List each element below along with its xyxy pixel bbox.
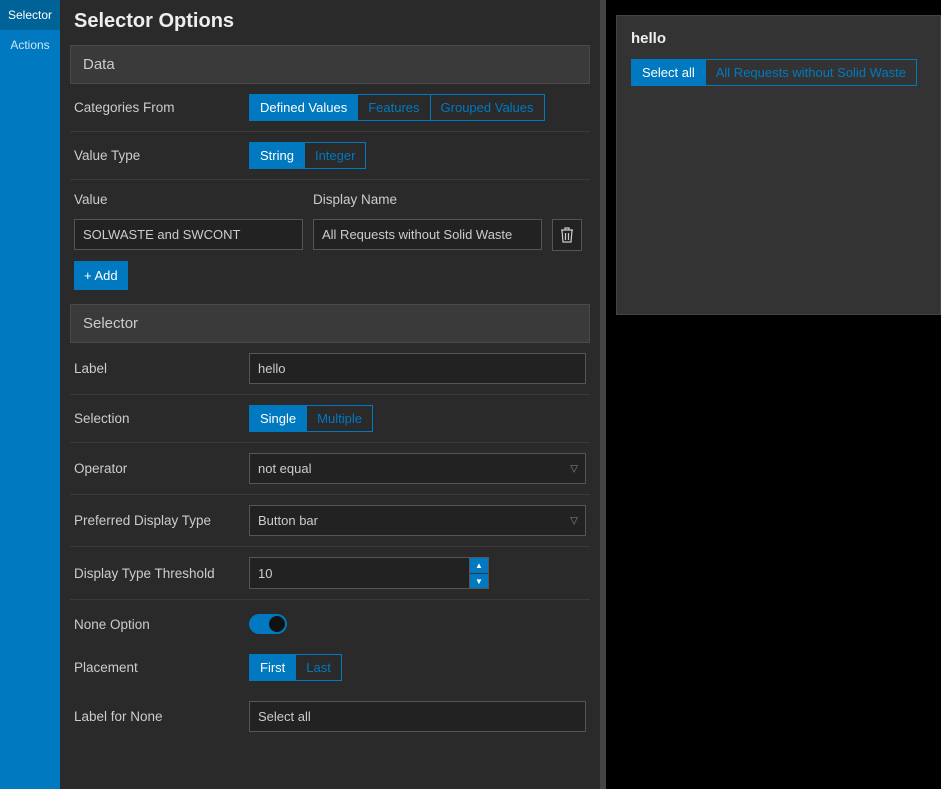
- label-preferred-display-type: Preferred Display Type: [74, 513, 249, 528]
- value-input[interactable]: [74, 219, 303, 250]
- row-label: Label: [70, 343, 590, 395]
- placement-last[interactable]: Last: [295, 654, 342, 681]
- placement-group: First Last: [249, 654, 342, 681]
- row-none-option: None Option: [70, 600, 590, 644]
- categories-grouped-values[interactable]: Grouped Values: [430, 94, 545, 121]
- row-value-type: Value Type String Integer: [70, 132, 590, 180]
- row-placement: Placement First Last: [70, 644, 590, 691]
- section-data-header[interactable]: Data: [70, 45, 590, 84]
- preview-title: hello: [631, 30, 926, 47]
- value-type-group: String Integer: [249, 142, 366, 169]
- row-categories-from: Categories From Defined Values Features …: [70, 84, 590, 132]
- value-row: [70, 213, 590, 251]
- label-value-type: Value Type: [74, 148, 249, 163]
- config-panel: Selector Options Data Categories From De…: [60, 0, 600, 789]
- preview-option-1[interactable]: All Requests without Solid Waste: [705, 59, 917, 86]
- tab-actions[interactable]: Actions: [0, 30, 60, 60]
- spinner-down[interactable]: ▼: [470, 573, 488, 588]
- preview-card: hello Select all All Requests without So…: [616, 15, 941, 315]
- placement-first[interactable]: First: [249, 654, 296, 681]
- display-name-input[interactable]: [313, 219, 542, 250]
- categories-defined-values[interactable]: Defined Values: [249, 94, 358, 121]
- categories-from-group: Defined Values Features Grouped Values: [249, 94, 545, 121]
- display-type-threshold-input[interactable]: [249, 557, 470, 589]
- trash-icon: [560, 227, 574, 243]
- panel-title: Selector Options: [70, 0, 590, 45]
- add-button[interactable]: + Add: [74, 261, 128, 290]
- label-categories-from: Categories From: [74, 100, 249, 115]
- label-placement: Placement: [74, 660, 249, 675]
- section-selector-header[interactable]: Selector: [70, 304, 590, 343]
- row-preferred-display-type: Preferred Display Type Button bar ▽: [70, 495, 590, 547]
- delete-row-button[interactable]: [552, 219, 582, 251]
- label-label-for-none: Label for None: [74, 709, 249, 724]
- label-label: Label: [74, 361, 249, 376]
- selection-single[interactable]: Single: [249, 405, 307, 432]
- label-operator: Operator: [74, 461, 249, 476]
- operator-select[interactable]: not equal: [249, 453, 586, 484]
- label-none-option: None Option: [74, 617, 249, 632]
- selection-multiple[interactable]: Multiple: [306, 405, 373, 432]
- row-selection: Selection Single Multiple: [70, 395, 590, 443]
- preferred-display-type-select[interactable]: Button bar: [249, 505, 586, 536]
- label-for-none-input[interactable]: [249, 701, 586, 732]
- toggle-knob: [269, 616, 285, 632]
- selection-group: Single Multiple: [249, 405, 373, 432]
- value-type-integer[interactable]: Integer: [304, 142, 366, 169]
- side-tabs: Selector Actions: [0, 0, 60, 789]
- col-head-display: Display Name: [313, 192, 542, 213]
- row-label-for-none: Label for None: [70, 691, 590, 742]
- none-option-toggle[interactable]: [249, 614, 287, 634]
- spinner: ▲ ▼: [470, 557, 489, 589]
- preview-area: hello Select all All Requests without So…: [606, 0, 941, 789]
- value-type-string[interactable]: String: [249, 142, 305, 169]
- value-header-row: Value Display Name: [70, 186, 590, 213]
- preview-select-all[interactable]: Select all: [631, 59, 706, 86]
- categories-features[interactable]: Features: [357, 94, 430, 121]
- label-display-type-threshold: Display Type Threshold: [74, 566, 249, 581]
- spinner-up[interactable]: ▲: [470, 558, 488, 573]
- tab-selector[interactable]: Selector: [0, 0, 60, 30]
- col-head-value: Value: [74, 192, 303, 213]
- preview-button-bar: Select all All Requests without Solid Wa…: [631, 59, 926, 86]
- row-operator: Operator not equal ▽: [70, 443, 590, 495]
- row-display-type-threshold: Display Type Threshold ▲ ▼: [70, 547, 590, 600]
- label-input[interactable]: [249, 353, 586, 384]
- label-selection: Selection: [74, 411, 249, 426]
